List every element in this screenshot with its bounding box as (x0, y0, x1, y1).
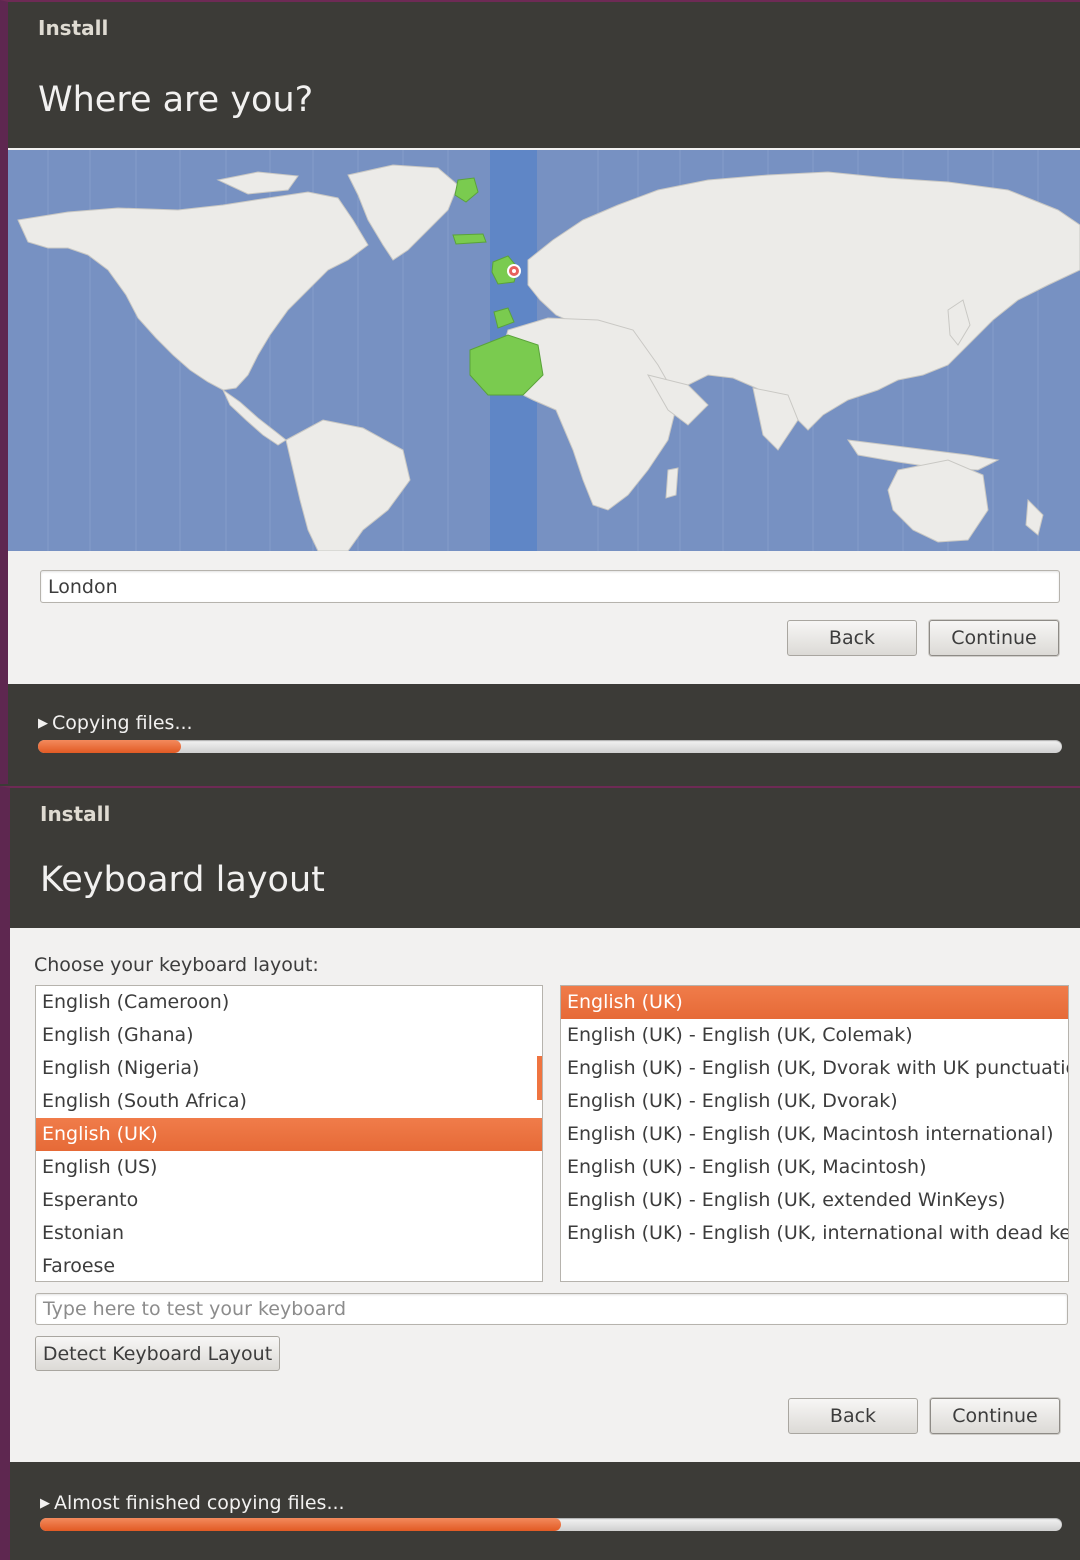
header-bar: Install Keyboard layout (10, 788, 1080, 928)
keyboard-variant-item[interactable]: English (UK) - English (UK, Dvorak with … (561, 1052, 1068, 1085)
continue-button[interactable]: Continue (930, 1398, 1060, 1434)
detect-keyboard-layout-button[interactable]: Detect Keyboard Layout (35, 1336, 280, 1371)
header-bar: Install Where are you? (8, 2, 1080, 148)
keyboard-language-item[interactable]: English (Nigeria) (36, 1052, 542, 1085)
page-title: Where are you? (38, 80, 314, 120)
installer-window-location: Install Where are you? London Back Conti… (0, 0, 1080, 784)
keyboard-variant-item[interactable]: English (UK) - English (UK, extended Win… (561, 1184, 1068, 1217)
keyboard-variant-item[interactable]: English (UK) - English (UK, Macintosh in… (561, 1118, 1068, 1151)
keyboard-variant-item[interactable]: English (UK) - English (UK, Macintosh) (561, 1151, 1068, 1184)
timezone-input[interactable]: London (40, 570, 1060, 603)
progress-status[interactable]: ▶ Almost finished copying files... (40, 1492, 345, 1514)
location-pin-icon (507, 264, 521, 278)
keyboard-language-item[interactable]: English (US) (36, 1151, 542, 1184)
keyboard-language-item[interactable]: English (Ghana) (36, 1019, 542, 1052)
triangle-right-icon: ▶ (38, 716, 48, 731)
keyboard-language-item[interactable]: Faroese (36, 1250, 542, 1281)
triangle-right-icon: ▶ (40, 1496, 50, 1511)
progress-status[interactable]: ▶ Copying files... (38, 712, 193, 734)
progress-bar (38, 740, 1062, 753)
keyboard-variant-item[interactable]: English (UK) - English (UK, Colemak) (561, 1019, 1068, 1052)
world-map[interactable] (8, 150, 1080, 551)
keyboard-variant-item[interactable]: English (UK) - English (UK, internationa… (561, 1217, 1068, 1250)
progress-status-text: Almost finished copying files... (54, 1492, 345, 1514)
back-button[interactable]: Back (787, 620, 917, 656)
choose-layout-label: Choose your keyboard layout: (34, 954, 319, 976)
progress-footer: ▶ Copying files... (8, 684, 1080, 784)
keyboard-variant-item[interactable]: English (UK) (561, 986, 1068, 1019)
keyboard-language-item[interactable]: English (UK) (36, 1118, 542, 1151)
app-title: Install (40, 802, 111, 826)
progress-footer: ▶ Almost finished copying files... (10, 1462, 1080, 1560)
timezone-map[interactable] (8, 150, 1080, 551)
page-title: Keyboard layout (40, 860, 325, 900)
back-button[interactable]: Back (788, 1398, 918, 1434)
keyboard-language-item[interactable]: English (South Africa) (36, 1085, 542, 1118)
app-title: Install (38, 16, 109, 40)
keyboard-language-item[interactable]: English (Cameroon) (36, 986, 542, 1019)
scrollbar[interactable] (537, 1056, 542, 1100)
installer-window-keyboard: Install Keyboard layout Choose your keyb… (0, 786, 1080, 1560)
keyboard-language-list[interactable]: English (Cameroon) English (Ghana) English… (35, 985, 543, 1282)
progress-status-text: Copying files... (52, 712, 193, 734)
keyboard-variant-item[interactable]: English (UK) - English (UK, Dvorak) (561, 1085, 1068, 1118)
continue-button[interactable]: Continue (929, 620, 1059, 656)
keyboard-variant-list[interactable]: English (UK) English (UK) - English (UK, … (560, 985, 1069, 1282)
progress-bar (40, 1518, 1062, 1531)
progress-bar-fill (40, 1518, 562, 1531)
progress-bar-fill (38, 740, 182, 753)
keyboard-language-item[interactable]: Esperanto (36, 1184, 542, 1217)
keyboard-test-input[interactable]: Type here to test your keyboard (35, 1293, 1068, 1325)
keyboard-language-item[interactable]: Estonian (36, 1217, 542, 1250)
